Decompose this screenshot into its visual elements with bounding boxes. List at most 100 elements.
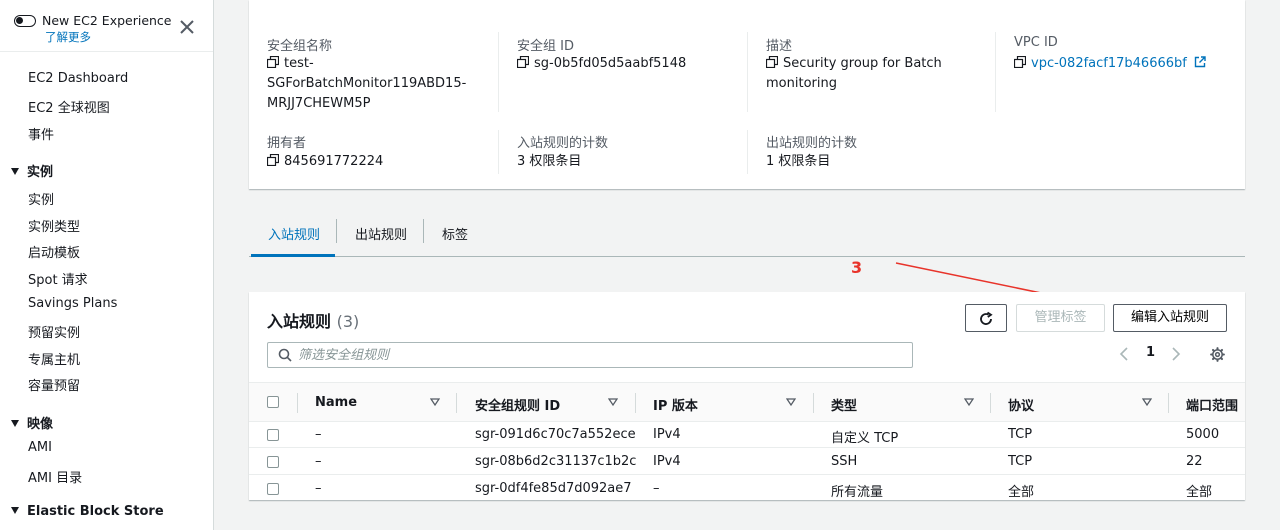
cell-name: – xyxy=(315,481,322,496)
refresh-button[interactable] xyxy=(965,304,1007,332)
copy-icon[interactable] xyxy=(267,154,279,166)
table-header: Name 安全组规则 ID IP 版本 类型 协议 端口范围 xyxy=(249,382,1245,422)
row-checkbox[interactable] xyxy=(267,483,279,495)
copy-icon[interactable] xyxy=(766,56,778,68)
inbound-rules-panel: 入站规则 (3) 管理标签 编辑入站规则 1 Name 安全组规则 ID IP … xyxy=(249,292,1245,500)
cell-rule-id: sgr-08b6d2c31137c1b2c xyxy=(475,454,637,469)
sort-icon[interactable] xyxy=(430,397,440,407)
experience-toggle[interactable] xyxy=(14,15,36,27)
caret-down-icon xyxy=(11,168,19,175)
column-divider xyxy=(635,393,636,413)
sidebar-item-dedicated-hosts[interactable]: 专属主机 xyxy=(28,349,80,368)
sidebar-item-events[interactable]: 事件 xyxy=(28,124,54,143)
sg-name-value: test- SGForBatchMonitor119ABD15- MRJJ7CH… xyxy=(267,56,467,111)
filter-rules-search[interactable] xyxy=(267,342,913,368)
sidebar-item-ami[interactable]: AMI xyxy=(28,440,52,455)
cell-rule-id: sgr-091d6c70c7a552ece xyxy=(475,427,636,442)
cell-ip-version: – xyxy=(653,481,660,496)
tab-divider xyxy=(336,219,337,243)
column-divider xyxy=(1168,393,1169,413)
cell-port-range: 5000 xyxy=(1186,427,1220,442)
tab-divider xyxy=(423,219,424,243)
copy-icon[interactable] xyxy=(1014,56,1026,68)
sidebar-item-capacity-reservations[interactable]: 容量预留 xyxy=(28,375,80,394)
inbound-rules-table: Name 安全组规则 ID IP 版本 类型 协议 端口范围 – sgr-091… xyxy=(249,382,1245,500)
external-link-icon[interactable] xyxy=(1194,56,1206,68)
outbound-count-value: 1 权限条目 xyxy=(766,154,831,169)
cell-port-range: 22 xyxy=(1186,454,1203,469)
chevron-right-icon[interactable] xyxy=(1171,347,1181,361)
cell-name: – xyxy=(315,427,322,442)
copy-icon[interactable] xyxy=(517,56,529,68)
tab-outbound-rules[interactable]: 出站规则 xyxy=(355,224,407,243)
column-header-port-range[interactable]: 端口范围 xyxy=(1186,395,1238,414)
column-header-protocol[interactable]: 协议 xyxy=(1008,395,1034,414)
gear-icon[interactable] xyxy=(1210,347,1225,362)
sidebar-item-reserved-instances[interactable]: 预留实例 xyxy=(28,322,80,341)
section-title: 映像 xyxy=(27,417,54,432)
cell-type: 自定义 TCP xyxy=(831,431,899,446)
column-divider xyxy=(297,393,298,413)
column-divider xyxy=(990,393,991,413)
sidebar-item-spot-requests[interactable]: Spot 请求 xyxy=(28,269,88,288)
owner-value: 845691772224 xyxy=(267,152,383,172)
current-page[interactable]: 1 xyxy=(1146,345,1155,360)
cell-ip-version: IPv4 xyxy=(653,454,681,469)
sg-id-label: 安全组 ID xyxy=(517,39,574,54)
sidebar-section-instances[interactable]: 实例 xyxy=(11,161,53,180)
sidebar-section-ebs[interactable]: Elastic Block Store xyxy=(11,504,164,519)
column-header-ip-version[interactable]: IP 版本 xyxy=(653,395,698,414)
cell-rule-id: sgr-0df4fe85d7d092ae7 xyxy=(475,481,632,496)
cell-ip-version: IPv4 xyxy=(653,427,681,442)
select-all-checkbox[interactable] xyxy=(267,396,279,408)
sort-icon[interactable] xyxy=(608,397,618,407)
sort-icon[interactable] xyxy=(964,397,974,407)
sort-icon[interactable] xyxy=(1142,397,1152,407)
sg-id-value: sg-0b5fd05d5aabf5148 xyxy=(517,54,686,74)
column-header-name[interactable]: Name xyxy=(315,395,357,410)
sidebar-section-images[interactable]: 映像 xyxy=(11,413,53,432)
sidebar-item-ec2-dashboard[interactable]: EC2 Dashboard xyxy=(28,71,128,86)
cell-protocol: 全部 xyxy=(1008,485,1035,500)
search-icon xyxy=(278,348,292,362)
row-checkbox[interactable] xyxy=(267,429,279,441)
row-checkbox[interactable] xyxy=(267,456,279,468)
sidebar-item-ami-catalog[interactable]: AMI 目录 xyxy=(28,467,82,486)
tabs-baseline xyxy=(249,256,1245,257)
close-icon[interactable] xyxy=(178,18,196,36)
tab-tags[interactable]: 标签 xyxy=(442,224,468,243)
inbound-count-value: 3 权限条目 xyxy=(517,154,582,169)
copy-icon[interactable] xyxy=(267,56,279,68)
inbound-rules-title: 入站规则 (3) xyxy=(267,312,360,331)
learn-more-link[interactable]: 了解更多 xyxy=(45,29,91,45)
column-divider xyxy=(813,393,814,413)
caret-down-icon xyxy=(11,420,19,427)
table-row[interactable]: – sgr-091d6c70c7a552ece IPv4 自定义 TCP TCP… xyxy=(249,422,1245,448)
column-header-rule-id[interactable]: 安全组规则 ID xyxy=(475,395,560,414)
search-input[interactable] xyxy=(298,345,898,365)
experience-title: New EC2 Experience xyxy=(42,13,172,28)
column-divider xyxy=(995,32,996,112)
outbound-count-label: 出站规则的计数 xyxy=(766,136,858,151)
cell-port-range: 全部 xyxy=(1186,485,1213,500)
vpc-id-link[interactable]: vpc-082facf17b46666bf xyxy=(1031,56,1187,71)
sort-icon[interactable] xyxy=(786,397,796,407)
tab-inbound-rules[interactable]: 入站规则 xyxy=(268,224,320,243)
sidebar-item-savings-plans[interactable]: Savings Plans xyxy=(28,296,117,311)
cell-protocol: TCP xyxy=(1008,454,1033,469)
sidebar-item-launch-templates[interactable]: 启动模板 xyxy=(28,242,80,261)
chevron-left-icon[interactable] xyxy=(1119,347,1129,361)
column-header-type[interactable]: 类型 xyxy=(831,395,857,414)
manage-tags-button[interactable]: 管理标签 xyxy=(1016,304,1105,332)
sidebar-item-instance-types[interactable]: 实例类型 xyxy=(28,216,80,235)
active-tab-indicator xyxy=(251,254,335,257)
rules-count: (3) xyxy=(336,312,360,331)
table-row[interactable]: – sgr-0df4fe85d7d092ae7 – 所有流量 全部 全部 xyxy=(249,476,1245,500)
inbound-count-label: 入站规则的计数 xyxy=(517,136,609,151)
vpc-id-value[interactable]: vpc-082facf17b46666bf xyxy=(1014,54,1206,74)
edit-inbound-rules-button[interactable]: 编辑入站规则 xyxy=(1113,304,1227,332)
section-title: Elastic Block Store xyxy=(27,504,164,519)
table-row[interactable]: – sgr-08b6d2c31137c1b2c IPv4 SSH TCP 22 xyxy=(249,449,1245,475)
sidebar-item-global-view[interactable]: EC2 全球视图 xyxy=(28,97,110,116)
sidebar-item-instances[interactable]: 实例 xyxy=(28,189,54,208)
